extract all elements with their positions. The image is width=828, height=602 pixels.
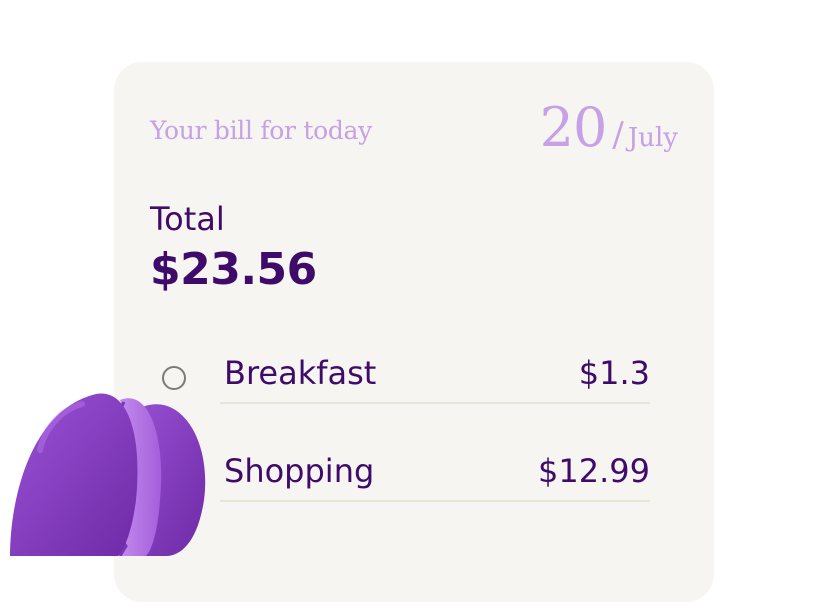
item-label: Breakfast	[224, 354, 377, 392]
total-amount: $23.56	[150, 244, 317, 295]
bill-date: 20 / July	[540, 96, 678, 159]
item-label: Shopping	[224, 452, 375, 490]
bill-item-shopping[interactable]: Shopping $12.99	[220, 448, 650, 502]
date-separator: /	[612, 115, 624, 155]
date-month: July	[627, 123, 678, 153]
item-amount: $1.3	[578, 354, 650, 392]
date-day: 20	[539, 96, 608, 159]
bill-heading: Your bill for today	[150, 116, 372, 145]
item-amount: $12.99	[538, 452, 650, 490]
macaron-icon	[10, 393, 206, 556]
bill-item-breakfast[interactable]: Breakfast $1.3	[220, 350, 650, 404]
total-label: Total	[150, 200, 225, 238]
